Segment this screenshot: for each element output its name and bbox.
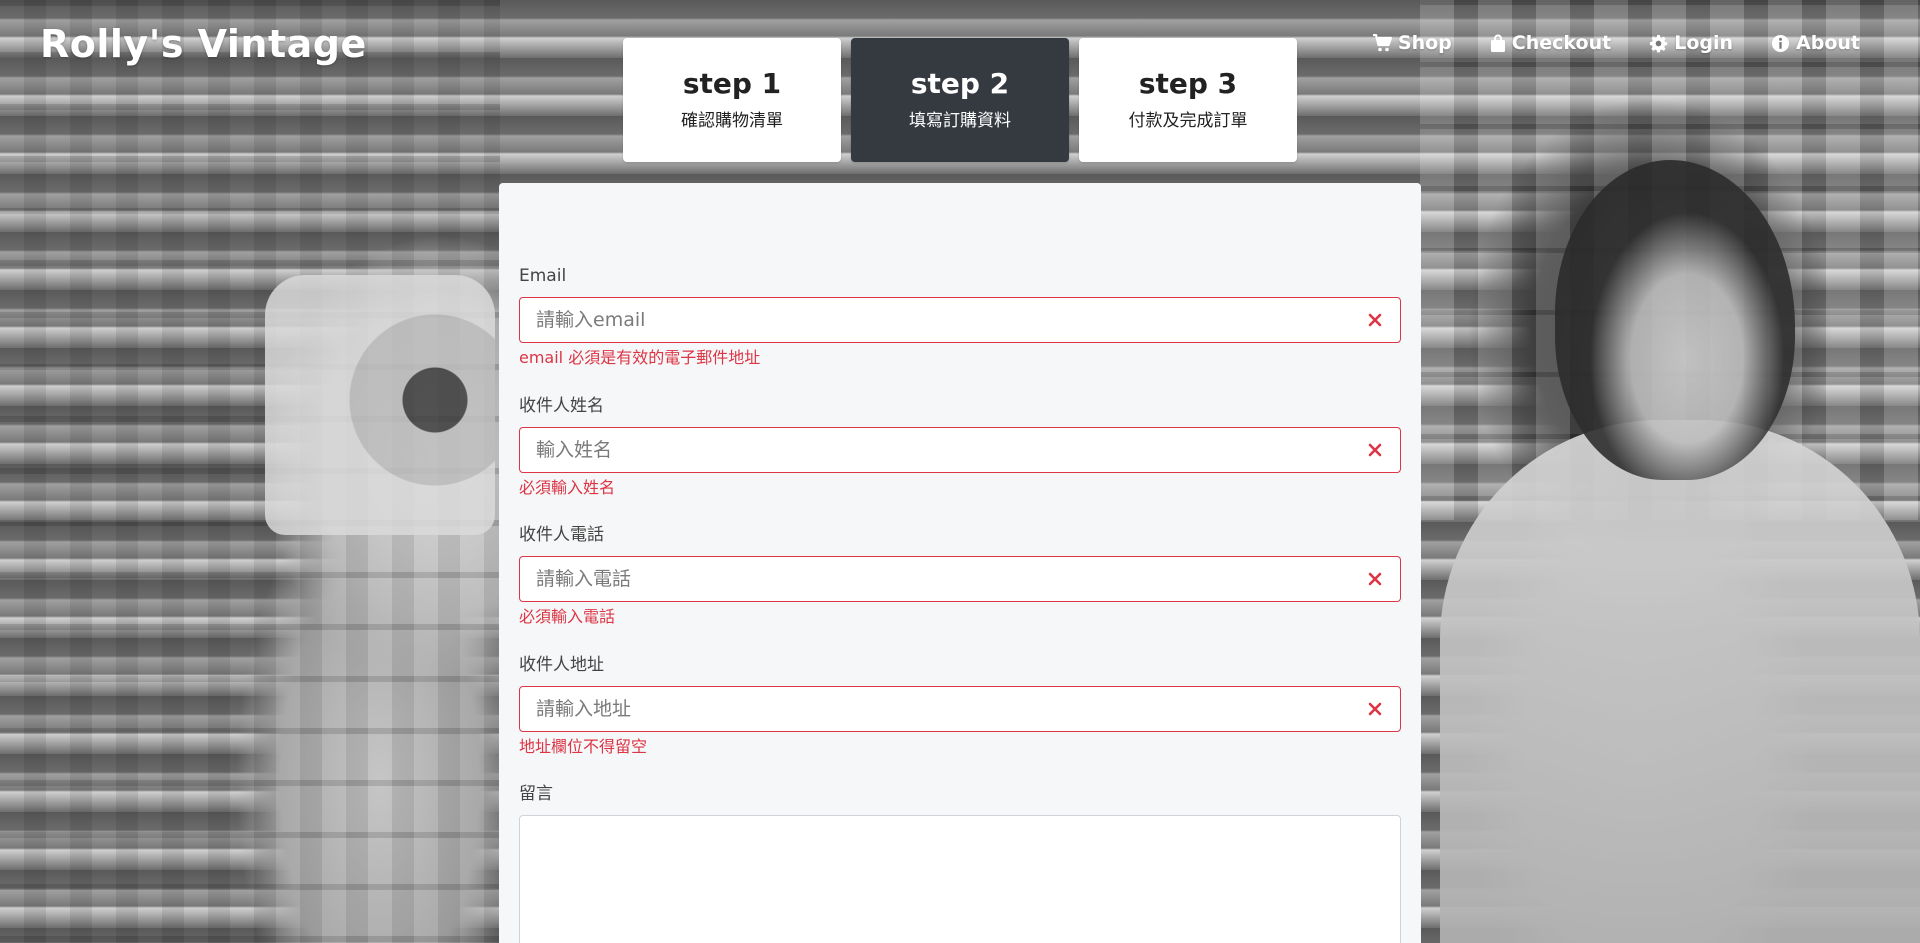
email-label: Email — [519, 266, 567, 286]
step-1[interactable]: step 1 確認購物清單 — [623, 38, 841, 162]
invalid-x-icon — [1368, 443, 1382, 457]
step-3-title: step 3 — [1138, 67, 1238, 101]
message-label: 留言 — [519, 784, 553, 804]
address-input[interactable] — [519, 686, 1401, 732]
name-input-wrap — [519, 427, 1401, 473]
cart-icon — [1372, 34, 1392, 52]
nav-link-checkout-label: Checkout — [1511, 32, 1612, 54]
order-form-panel: Email email 必須是有效的電子郵件地址 收件人姓名 必須輸入姓名 收件… — [499, 183, 1421, 943]
email-error: email 必須是有效的電子郵件地址 — [519, 348, 761, 367]
gear-icon — [1649, 34, 1668, 53]
name-group: 收件人姓名 必須輸入姓名 — [519, 395, 1401, 498]
nav-link-about[interactable]: About — [1771, 32, 1860, 54]
step-3[interactable]: step 3 付款及完成訂單 — [1079, 38, 1297, 162]
message-group: 留言 — [519, 783, 1401, 943]
background-woman-figure — [1440, 420, 1920, 943]
nav-link-checkout[interactable]: Checkout — [1490, 32, 1611, 54]
nav-link-login[interactable]: Login — [1649, 32, 1733, 54]
email-input-wrap — [519, 297, 1401, 343]
address-error: 地址欄位不得留空 — [519, 737, 648, 756]
background-cash-register — [265, 275, 495, 535]
message-textarea[interactable] — [519, 815, 1401, 943]
nav-link-shop-label: Shop — [1397, 32, 1452, 54]
nav-link-about-label: About — [1796, 32, 1860, 54]
brand-logo[interactable]: Rolly's Vintage — [40, 22, 367, 66]
nav-links: Shop Checkout Login About — [1372, 32, 1860, 54]
email-group: Email email 必須是有效的電子郵件地址 — [519, 265, 1401, 368]
invalid-x-icon — [1368, 313, 1382, 327]
phone-label: 收件人電話 — [519, 525, 604, 545]
invalid-x-icon — [1368, 572, 1382, 586]
step-3-subtitle: 付款及完成訂單 — [1128, 110, 1248, 131]
shopping-bag-icon — [1490, 34, 1506, 53]
step-1-title: step 1 — [682, 67, 782, 101]
step-1-subtitle: 確認購物清單 — [681, 110, 783, 131]
address-group: 收件人地址 地址欄位不得留空 — [519, 654, 1401, 757]
nav-link-shop[interactable]: Shop — [1372, 32, 1452, 54]
checkout-steps: step 1 確認購物清單 step 2 填寫訂購資料 step 3 付款及完成… — [623, 38, 1297, 162]
phone-group: 收件人電話 必須輸入電話 — [519, 524, 1401, 627]
info-icon — [1771, 34, 1790, 53]
address-input-wrap — [519, 686, 1401, 732]
step-2[interactable]: step 2 填寫訂購資料 — [851, 38, 1069, 162]
invalid-x-icon — [1368, 702, 1382, 716]
address-label: 收件人地址 — [519, 655, 604, 675]
step-2-subtitle: 填寫訂購資料 — [909, 110, 1011, 131]
phone-input-wrap — [519, 556, 1401, 602]
step-2-title: step 2 — [910, 67, 1010, 101]
nav-link-login-label: Login — [1674, 32, 1734, 54]
phone-error: 必須輸入電話 — [519, 607, 616, 626]
phone-input[interactable] — [519, 556, 1401, 602]
name-error: 必須輸入姓名 — [519, 478, 616, 497]
email-input[interactable] — [519, 297, 1401, 343]
name-input[interactable] — [519, 427, 1401, 473]
name-label: 收件人姓名 — [519, 396, 604, 416]
